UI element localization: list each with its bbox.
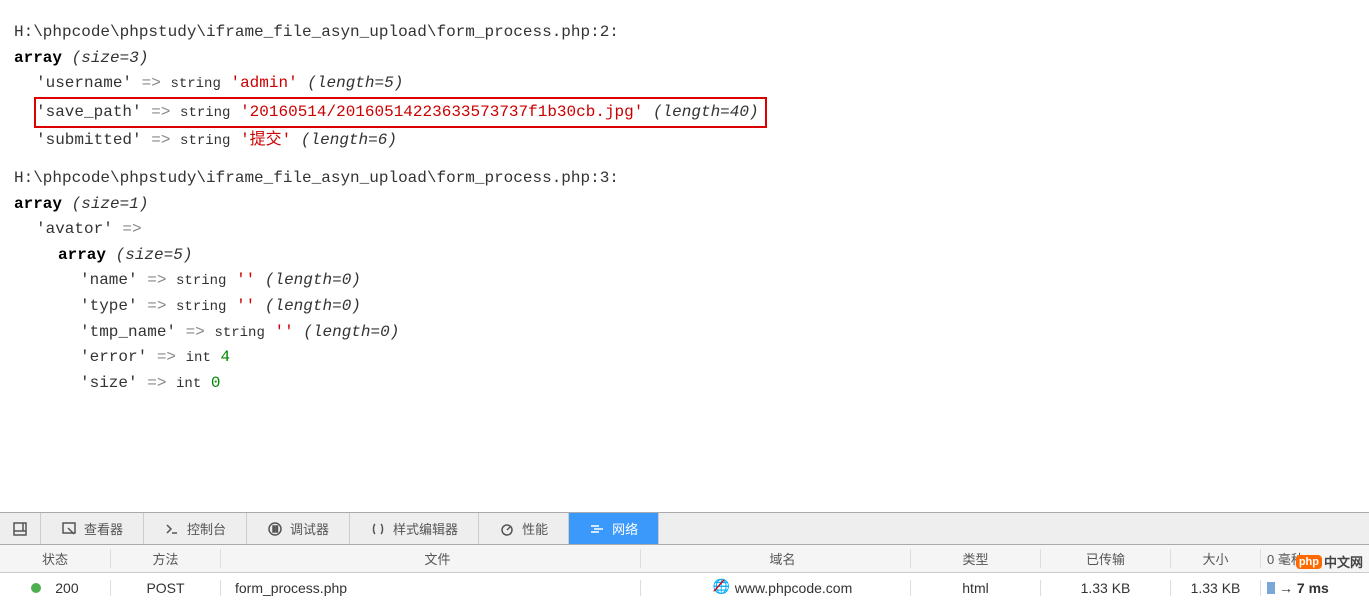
- dump2-outer-key-row: 'avator' =>: [14, 217, 1355, 243]
- debugger-icon: [267, 521, 283, 537]
- performance-icon: [499, 521, 515, 537]
- tab-style-editor[interactable]: 样式编辑器: [350, 513, 479, 544]
- col-header-file[interactable]: 文件: [220, 549, 640, 568]
- dump2-row-1: 'type' => string '' (length=0): [14, 294, 1355, 320]
- tab-console[interactable]: 控制台: [144, 513, 247, 544]
- devtools-tabs: 查看器 控制台 调试器 样式编辑器 性能 网络: [0, 513, 1369, 545]
- popout-icon: [12, 521, 28, 537]
- dump1-row-0: 'username' => string 'admin' (length=5): [14, 71, 1355, 97]
- insecure-globe-icon: [713, 580, 729, 596]
- cell-transferred: 1.33 KB: [1040, 580, 1170, 596]
- watermark-logo: php 中文网: [1296, 552, 1363, 571]
- array-keyword: array: [14, 49, 62, 67]
- page-content: H:\phpcode\phpstudy\iframe_file_asyn_upl…: [0, 0, 1369, 472]
- style-icon: [370, 521, 386, 537]
- dump1-size: (size=3): [72, 49, 149, 67]
- dump2-inner-array-head: array (size=5): [14, 243, 1355, 269]
- timeline-bar-icon: [1267, 582, 1275, 594]
- dump2-row-4: 'size' => int 0: [14, 371, 1355, 397]
- status-dot-icon: [31, 583, 41, 593]
- inspector-icon: [61, 521, 77, 537]
- network-request-row[interactable]: 200 POST form_process.php www.phpcode.co…: [0, 573, 1369, 603]
- col-header-domain[interactable]: 域名: [640, 549, 910, 568]
- dump2-row-0: 'name' => string '' (length=0): [14, 268, 1355, 294]
- php-badge-icon: php: [1296, 555, 1322, 569]
- cell-status: 200: [0, 580, 110, 596]
- cell-file: form_process.php: [220, 580, 640, 596]
- dump2-row-2: 'tmp_name' => string '' (length=0): [14, 320, 1355, 346]
- tab-network[interactable]: 网络: [569, 513, 659, 544]
- col-header-method[interactable]: 方法: [110, 549, 220, 568]
- tab-performance[interactable]: 性能: [479, 513, 569, 544]
- dump1-path: H:\phpcode\phpstudy\iframe_file_asyn_upl…: [14, 20, 1355, 46]
- dump2-row-3: 'error' => int 4: [14, 345, 1355, 371]
- devtools-panel: 查看器 控制台 调试器 样式编辑器 性能 网络 状态 方法 文件 域名 类型 已…: [0, 512, 1369, 603]
- col-header-type[interactable]: 类型: [910, 549, 1040, 568]
- tab-inspector[interactable]: 查看器: [41, 513, 144, 544]
- tab-popout[interactable]: [0, 513, 41, 544]
- col-header-transferred[interactable]: 已传输: [1040, 549, 1170, 568]
- cell-type: html: [910, 580, 1040, 596]
- dump2-array-head: array (size=1): [14, 192, 1355, 218]
- highlighted-save-path: 'save_path' => string '20160514/20160514…: [34, 97, 767, 129]
- network-header-row: 状态 方法 文件 域名 类型 已传输 大小 0 毫秒: [0, 545, 1369, 573]
- cell-size: 1.33 KB: [1170, 580, 1260, 596]
- dump1-row-1: 'save_path' => string '20160514/20160514…: [14, 97, 1355, 129]
- cell-domain: www.phpcode.com: [640, 580, 910, 596]
- console-icon: [164, 521, 180, 537]
- dump1-array-head: array (size=3): [14, 46, 1355, 72]
- tab-debugger[interactable]: 调试器: [247, 513, 350, 544]
- dump1-row-2: 'submitted' => string '提交' (length=6): [14, 128, 1355, 154]
- cell-timeline: → 7 ms: [1260, 580, 1369, 596]
- col-header-status[interactable]: 状态: [0, 549, 110, 568]
- dump2-path: H:\phpcode\phpstudy\iframe_file_asyn_upl…: [14, 166, 1355, 192]
- cell-method: POST: [110, 580, 220, 596]
- network-icon: [589, 521, 605, 537]
- col-header-size[interactable]: 大小: [1170, 549, 1260, 568]
